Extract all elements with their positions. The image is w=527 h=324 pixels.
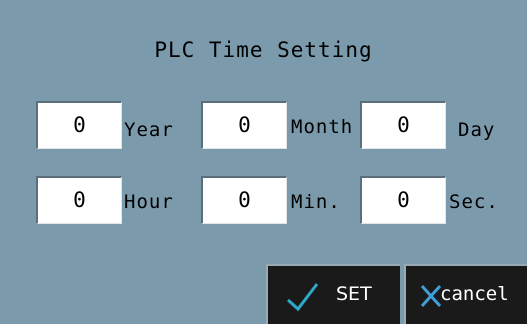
set-button-label: SET [336, 283, 372, 305]
year-label: Year [124, 119, 174, 141]
cancel-button-label: cancel [440, 283, 509, 305]
x-icon [420, 284, 442, 308]
month-field[interactable]: 0 [201, 101, 287, 149]
day-label: Day [458, 119, 496, 141]
page-title: PLC Time Setting [154, 38, 373, 62]
month-label: Month [291, 116, 354, 138]
sec-label: Sec. [449, 191, 499, 213]
hour-label: Hour [124, 191, 174, 213]
checkmark-icon [286, 283, 319, 312]
min-field[interactable]: 0 [201, 176, 287, 224]
set-button[interactable]: SET [266, 264, 400, 324]
sec-field[interactable]: 0 [360, 176, 446, 224]
year-field[interactable]: 0 [36, 101, 122, 149]
day-field[interactable]: 0 [360, 101, 446, 149]
hour-field[interactable]: 0 [36, 176, 122, 224]
min-label: Min. [291, 191, 341, 213]
cancel-button[interactable]: cancel [404, 264, 527, 324]
